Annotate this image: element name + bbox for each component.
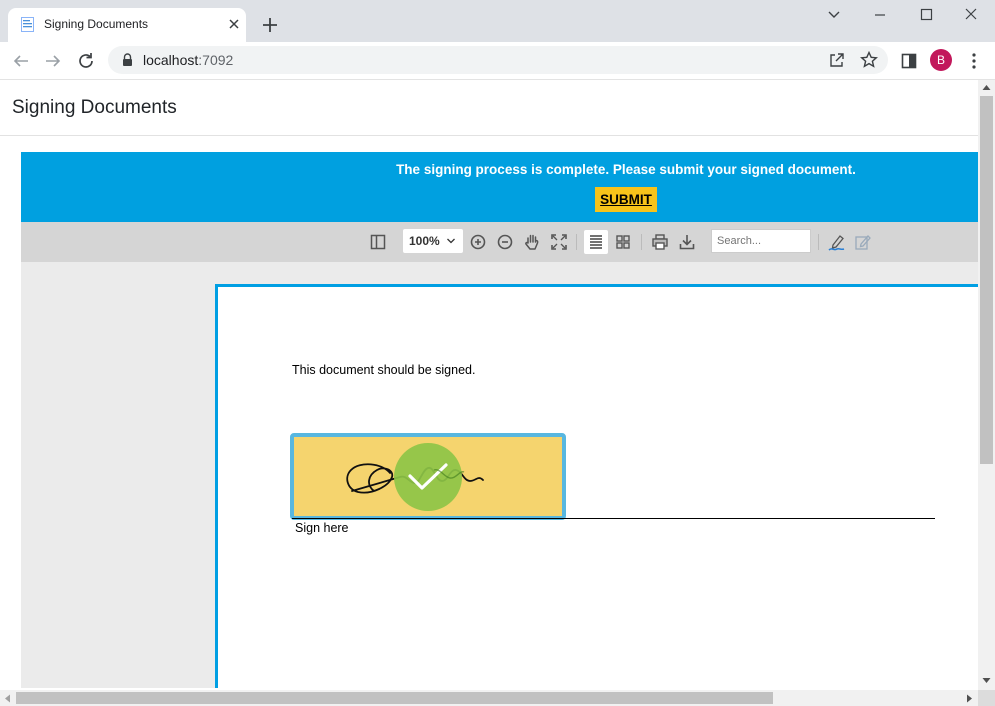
- tab-title: Signing Documents: [44, 17, 149, 31]
- signature-icon: [346, 443, 484, 511]
- vertical-scroll-thumb[interactable]: [980, 96, 993, 464]
- lock-icon[interactable]: [122, 53, 133, 67]
- zoom-select[interactable]: 100%: [403, 229, 463, 253]
- profile-avatar[interactable]: B: [930, 49, 952, 71]
- url-port: :7092: [198, 52, 234, 68]
- download-icon[interactable]: [677, 232, 697, 252]
- edit-form-icon[interactable]: [853, 232, 873, 252]
- document-viewer: The signing process is complete. Please …: [21, 152, 978, 688]
- toolbar-divider: [818, 234, 819, 250]
- signature-line: [292, 518, 935, 519]
- new-tab-icon[interactable]: [259, 14, 281, 36]
- forward-arrow-icon[interactable]: [42, 50, 64, 72]
- scroll-right-arrow-icon[interactable]: [966, 694, 973, 703]
- signed-check-icon: [394, 443, 462, 511]
- scrollbar-corner: [978, 690, 995, 706]
- horizontal-scrollbar[interactable]: [0, 690, 978, 706]
- zoom-value: 100%: [409, 234, 440, 248]
- page-title: Signing Documents: [12, 97, 177, 118]
- sign-pen-icon[interactable]: [827, 232, 847, 252]
- vertical-scrollbar[interactable]: [978, 80, 995, 690]
- zoom-out-icon[interactable]: [495, 232, 515, 252]
- address-bar[interactable]: localhost:7092: [108, 46, 888, 74]
- horizontal-scroll-thumb[interactable]: [16, 692, 773, 704]
- close-tab-icon[interactable]: [225, 15, 243, 33]
- url-text[interactable]: localhost:7092: [143, 52, 233, 68]
- back-arrow-icon[interactable]: [10, 50, 32, 72]
- page-header: Signing Documents: [0, 80, 978, 136]
- document-page: This document should be signed. Sign her…: [215, 284, 978, 688]
- search-input[interactable]: [711, 229, 811, 253]
- sign-here-label: Sign here: [295, 521, 349, 535]
- reload-icon[interactable]: [75, 50, 97, 72]
- maximize-icon[interactable]: [916, 6, 936, 24]
- browser-tab[interactable]: Signing Documents: [8, 8, 246, 42]
- url-host: localhost: [143, 52, 199, 68]
- kebab-menu-icon[interactable]: [964, 51, 984, 71]
- fit-page-icon[interactable]: [549, 232, 569, 252]
- print-icon[interactable]: [650, 232, 670, 252]
- tab-search-chevron-icon[interactable]: [824, 6, 844, 24]
- completion-message: The signing process is complete. Please …: [396, 162, 856, 177]
- browser-tabstrip: Signing Documents: [0, 0, 995, 42]
- scroll-left-arrow-icon[interactable]: [4, 694, 11, 703]
- single-page-view-icon: [590, 235, 602, 249]
- document-favicon-icon: [21, 17, 34, 32]
- thumbnail-grid-icon[interactable]: [613, 232, 633, 252]
- close-window-icon[interactable]: [961, 6, 981, 24]
- completion-banner: The signing process is complete. Please …: [21, 152, 978, 222]
- document-text: This document should be signed.: [292, 363, 476, 377]
- bookmark-star-icon[interactable]: [859, 50, 879, 70]
- submit-button[interactable]: SUBMIT: [595, 187, 657, 212]
- minimize-icon[interactable]: [870, 6, 890, 24]
- single-page-view-button[interactable]: [584, 230, 608, 254]
- scroll-up-arrow-icon[interactable]: [982, 84, 991, 91]
- chevron-down-icon: [447, 238, 455, 244]
- share-icon[interactable]: [827, 50, 847, 70]
- viewer-toolbar: 100%: [21, 222, 978, 262]
- browser-toolbar: localhost:7092 B: [0, 42, 995, 80]
- signature-field[interactable]: [290, 433, 566, 520]
- toolbar-divider: [576, 234, 577, 250]
- side-panel-icon[interactable]: [899, 51, 919, 71]
- scroll-down-arrow-icon[interactable]: [982, 677, 991, 684]
- toolbar-divider: [641, 234, 642, 250]
- pan-hand-icon[interactable]: [522, 232, 542, 252]
- zoom-in-icon[interactable]: [468, 232, 488, 252]
- sidebar-toggle-icon[interactable]: [368, 232, 388, 252]
